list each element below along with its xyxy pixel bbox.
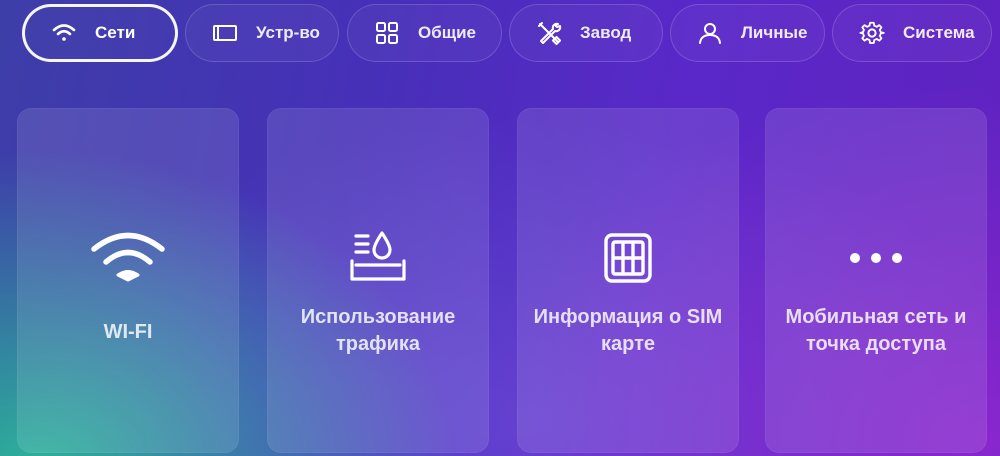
tab-network[interactable]: Сети [22,4,178,62]
card-mobile-network-label: Мобильная сеть и точка доступа [785,306,967,355]
card-wifi[interactable]: WI-FI [17,108,239,453]
card-mobile-network[interactable]: Мобильная сеть и точка доступа [765,108,987,453]
settings-tab-bar: Сети Устр-во Общие Завод Личные Система [0,0,1000,68]
user-icon [697,20,723,46]
tab-network-label: Сети [95,23,136,42]
tab-device[interactable]: Устр-во [185,4,339,62]
screen-icon [212,20,238,46]
tab-system-label: Система [903,23,975,42]
card-sim-info-label: Информация о SIM карте [533,306,723,355]
tab-system[interactable]: Система [832,4,992,62]
tab-general[interactable]: Общие [347,4,502,62]
tab-personal[interactable]: Личные [670,4,825,62]
card-sim-info[interactable]: Информация о SIM карте [517,108,739,453]
tab-personal-label: Личные [741,23,808,42]
tab-general-label: Общие [418,23,476,42]
wifi-icon [51,20,77,46]
card-wifi-label: WI-FI [103,321,153,343]
data-usage-icon [267,226,489,290]
more-dots-icon [765,226,987,290]
wifi-icon [17,226,239,290]
grid-icon [374,20,400,46]
tab-factory[interactable]: Завод [509,4,663,62]
tab-factory-label: Завод [580,23,632,42]
card-traffic-usage-label: Использование трафика [300,306,456,355]
gear-icon [859,20,885,46]
tab-device-label: Устр-во [256,23,320,42]
sim-card-icon [517,226,739,290]
tools-icon [536,20,562,46]
card-traffic-usage[interactable]: Использование трафика [267,108,489,453]
